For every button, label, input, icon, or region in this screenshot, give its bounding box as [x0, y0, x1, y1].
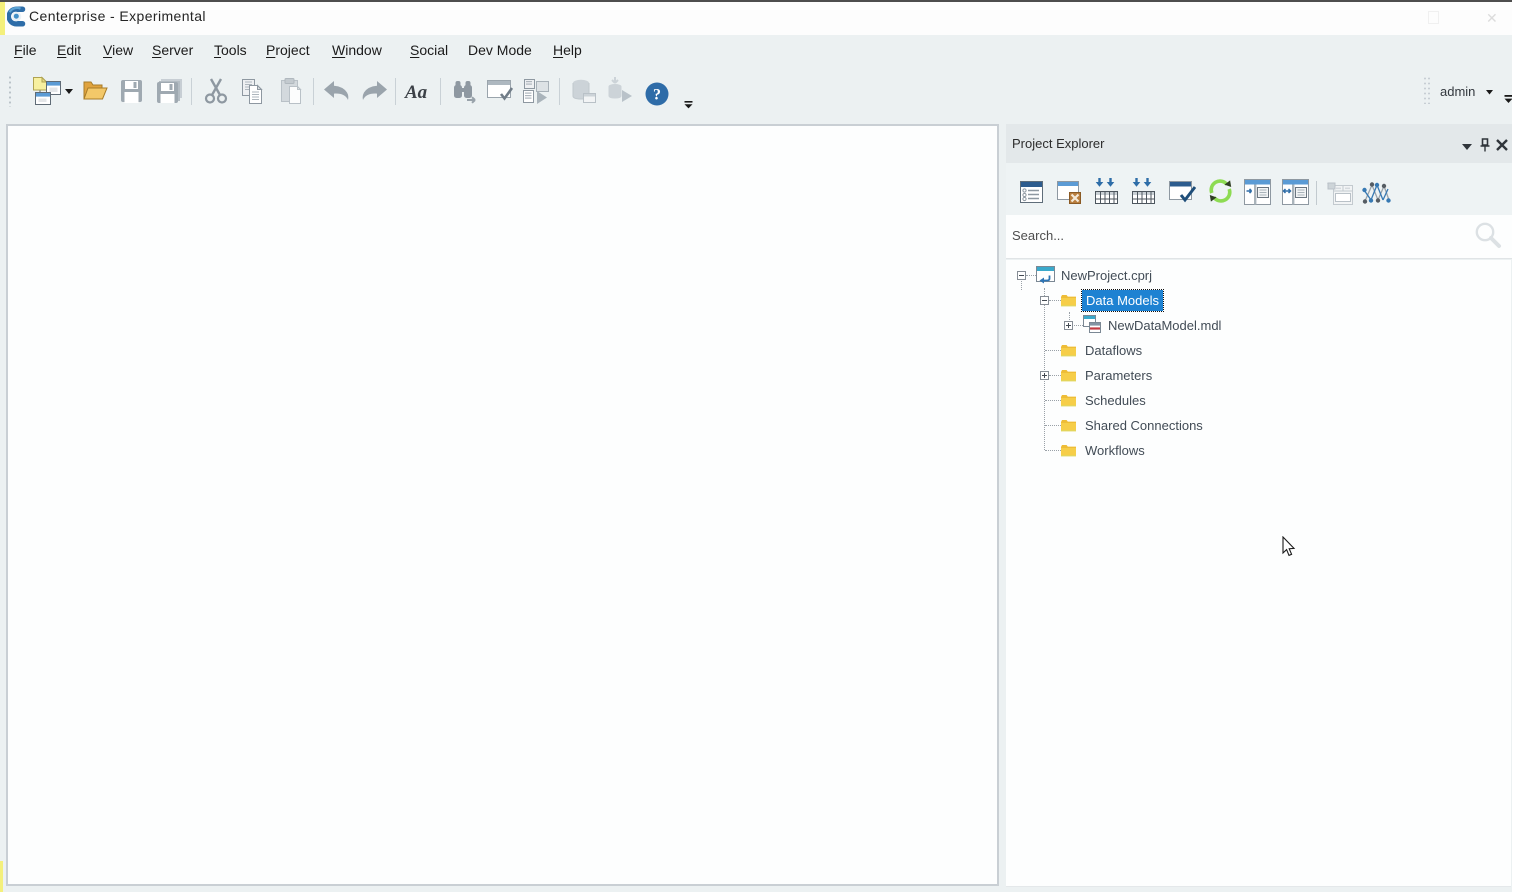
svg-text:?: ? [653, 87, 661, 104]
